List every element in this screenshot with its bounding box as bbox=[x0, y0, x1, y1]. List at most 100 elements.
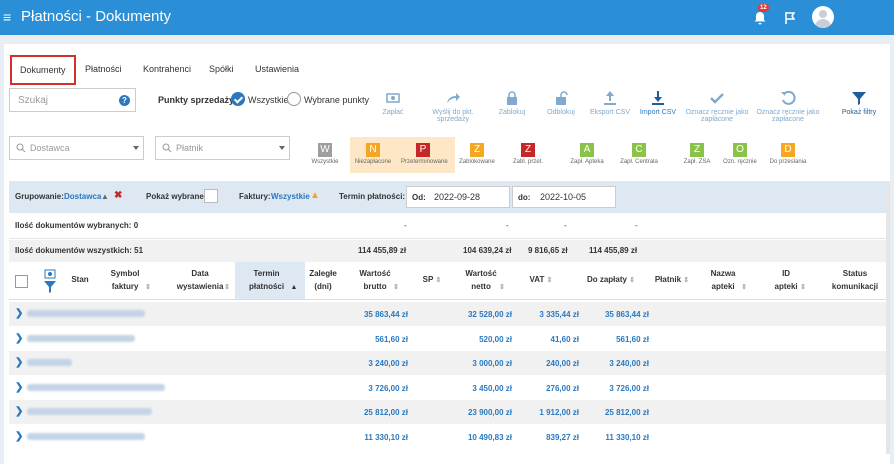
invoices-value[interactable]: Wszystkie bbox=[271, 192, 310, 201]
date-from-input[interactable]: Od: 2022-09-28 bbox=[406, 186, 510, 208]
col-do-zaplaty-label: Do zapłaty bbox=[586, 275, 627, 284]
sort-icon: ⇕ bbox=[683, 277, 690, 284]
status-filter-button[interactable]: C Zapł. Centrala bbox=[617, 143, 661, 165]
expand-chevron-icon[interactable]: ❯ bbox=[15, 382, 23, 393]
status-letter: Z bbox=[521, 143, 535, 157]
all-vat: 9 816,65 zł bbox=[528, 246, 568, 255]
status-filter-button[interactable]: A Zapł. Apteka bbox=[565, 143, 609, 165]
col-brutto[interactable]: Wartość brutto ⇕ bbox=[349, 267, 407, 294]
cell-brutto: 11 330,10 zł bbox=[364, 432, 408, 442]
share-icon bbox=[447, 93, 460, 103]
col-stan[interactable]: Stan bbox=[65, 273, 95, 286]
col-data[interactable]: Data wystawienia⇕ bbox=[174, 267, 232, 294]
col-termin[interactable]: Termin płatności ▲ bbox=[235, 262, 305, 299]
cell-brutto: 561,60 zł bbox=[375, 334, 408, 344]
send-label: Wyślij do pkt. sprzedaży bbox=[432, 109, 474, 123]
col-zalegle-label: Zaległe (dni) bbox=[309, 269, 337, 291]
table-row[interactable]: ❯ 3 726,00 zł 3 450,00 zł 276,00 zł 3 726,00… bbox=[9, 376, 886, 400]
unlock-label: Odblokuj bbox=[547, 109, 575, 116]
status-letter: C bbox=[632, 143, 646, 157]
select-all-checkbox[interactable] bbox=[15, 275, 28, 288]
expand-chevron-icon[interactable]: ❯ bbox=[15, 431, 23, 442]
table-row[interactable]: ❯ 25 812,00 zł 23 900,00 zł 1 912,00 zł 25 8… bbox=[9, 400, 886, 424]
sel-netto: - bbox=[506, 221, 509, 230]
supplier-dropdown[interactable]: Dostawca bbox=[9, 136, 144, 160]
col-id[interactable]: ID apteki ⇕ bbox=[766, 267, 812, 294]
search-input[interactable]: Szukaj ? bbox=[9, 88, 136, 112]
mark-unpaid-button[interactable]: Oznacz ręcznie jako zapłacone bbox=[753, 90, 823, 123]
status-filter-button[interactable]: Z Zablokowane bbox=[455, 143, 499, 165]
download-icon bbox=[652, 91, 664, 105]
cell-netto: 32 528,00 zł bbox=[467, 310, 512, 319]
status-filter-button[interactable]: N Niezapłacone bbox=[351, 143, 395, 165]
status-filter-button[interactable]: Z Zapł. ZSA bbox=[675, 143, 719, 165]
scrollbar[interactable] bbox=[886, 181, 890, 454]
table-row[interactable]: ❯ 35 863,44 zł 32 528,00 zł 3 335,44 zł 35 8… bbox=[9, 302, 886, 326]
status-letter: Z bbox=[470, 143, 484, 157]
tab-spolki[interactable]: Spółki bbox=[209, 64, 234, 74]
sort-icon: ⇕ bbox=[393, 284, 399, 291]
tab-kontrahenci[interactable]: Kontrahenci bbox=[143, 64, 191, 74]
col-do-zaplaty[interactable]: Do zapłaty ⇕ bbox=[576, 273, 646, 287]
col-zalegle[interactable]: Zaległe (dni) bbox=[307, 267, 339, 293]
flag-icon[interactable] bbox=[783, 11, 797, 25]
status-filter-button[interactable]: Z Zabl. przet. bbox=[506, 143, 550, 165]
col-nazwa[interactable]: Nazwa apteki ⇕ bbox=[697, 267, 755, 294]
table-row[interactable]: ❯ 561,60 zł 520,00 zł 41,60 zł 561,60 zł bbox=[9, 327, 886, 351]
sort-icon: ⇕ bbox=[499, 284, 505, 291]
help-icon[interactable]: ? bbox=[119, 95, 130, 106]
column-filter-icon[interactable] bbox=[43, 269, 57, 293]
cell-vat: 276,00 zł bbox=[546, 383, 579, 393]
col-status[interactable]: Status komunikacji bbox=[827, 267, 883, 293]
sort-icon: ⇕ bbox=[546, 277, 553, 284]
show-selected-checkbox[interactable] bbox=[204, 189, 218, 203]
status-letter: D bbox=[781, 143, 795, 157]
search-icon bbox=[16, 143, 26, 153]
col-platnik[interactable]: Płatnik ⇕ bbox=[647, 273, 697, 287]
cell-pay: 3 726,00 zł bbox=[609, 383, 649, 393]
expand-chevron-icon[interactable]: ❯ bbox=[15, 333, 23, 344]
col-sp[interactable]: SP ⇕ bbox=[417, 273, 447, 287]
date-to-input[interactable]: do: 2022-10-05 bbox=[512, 186, 616, 208]
col-status-label: Status komunikacji bbox=[831, 269, 879, 291]
col-netto[interactable]: Wartość netto ⇕ bbox=[452, 267, 516, 294]
payer-placeholder: Płatnik bbox=[176, 143, 204, 153]
bell-icon[interactable] bbox=[753, 11, 767, 25]
avatar[interactable] bbox=[812, 6, 834, 28]
status-label: Zapł. Apteka bbox=[570, 159, 604, 165]
status-filter-button[interactable]: W Wszystkie bbox=[303, 143, 347, 165]
col-data-label: Data wystawienia bbox=[176, 269, 224, 291]
mark-paid-button[interactable]: Oznacz ręcznie jako zapłacone bbox=[682, 90, 752, 123]
check-icon bbox=[710, 93, 724, 104]
status-filter-button[interactable]: P Przeterminowane bbox=[401, 143, 448, 165]
tab-ustawienia[interactable]: Ustawienia bbox=[255, 64, 299, 74]
term-label: Termin płatności: bbox=[339, 192, 406, 201]
show-filters-label: Pokaż filtry bbox=[841, 109, 877, 116]
cell-brutto: 3 240,00 zł bbox=[368, 359, 408, 368]
expand-chevron-icon[interactable]: ❯ bbox=[15, 406, 23, 417]
payer-dropdown[interactable]: Płatnik bbox=[155, 136, 290, 160]
show-filters-button[interactable]: Pokaż filtry bbox=[824, 90, 894, 116]
sort-icon: ⇕ bbox=[224, 284, 230, 291]
col-symbol[interactable]: Symbol faktury ⇕ bbox=[99, 267, 157, 294]
tab-platnosci[interactable]: Płatności bbox=[85, 64, 122, 74]
table-row[interactable]: ❯ 3 240,00 zł 3 000,00 zł 240,00 zł 3 240,00… bbox=[9, 351, 886, 375]
remove-icon[interactable]: ✖ bbox=[114, 190, 122, 201]
expand-chevron-icon[interactable]: ❯ bbox=[15, 357, 23, 368]
col-nazwa-label: Nazwa apteki bbox=[710, 269, 736, 291]
status-filter-button[interactable]: O Ozn. ręcznie bbox=[718, 143, 762, 165]
date-from-value: 2022-09-28 bbox=[434, 192, 481, 202]
status-filter-button[interactable]: D Do przeslania bbox=[766, 143, 810, 165]
tab-dokumenty[interactable]: Dokumenty bbox=[10, 55, 76, 85]
col-vat[interactable]: VAT ⇕ bbox=[521, 273, 561, 287]
radio-all[interactable] bbox=[231, 92, 245, 106]
radio-selected[interactable] bbox=[287, 92, 301, 106]
date-from-label: Od: bbox=[412, 193, 426, 202]
all-count: Ilość dokumentów wszystkich: 51 bbox=[15, 246, 144, 255]
supplier-placeholder: Dostawca bbox=[30, 143, 70, 153]
sort-up-icon[interactable]: ▲ bbox=[101, 192, 109, 201]
grouping-value[interactable]: Dostawca bbox=[64, 192, 101, 201]
hamburger-menu-icon[interactable]: ≡ bbox=[3, 9, 11, 25]
table-row[interactable]: ❯ 11 330,10 zł 10 490,83 zł 839,27 zł 11 330… bbox=[9, 425, 886, 449]
expand-chevron-icon[interactable]: ❯ bbox=[15, 308, 23, 319]
